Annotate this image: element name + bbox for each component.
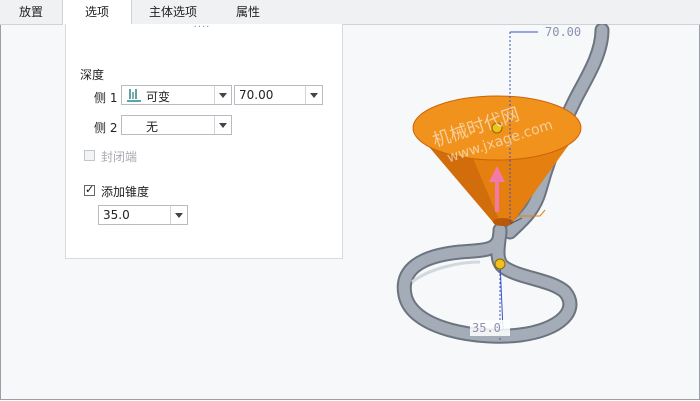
chevron-down-icon[interactable] — [214, 116, 231, 134]
side2-depth-type-dropdown[interactable]: 无 — [121, 115, 232, 135]
taper-angle-value: 35.0 — [103, 208, 130, 222]
dimension-70-label: 70.00 — [545, 25, 581, 39]
side1-depth-value: 70.00 — [239, 88, 274, 102]
chevron-down-icon[interactable] — [214, 86, 231, 104]
add-taper-label: 添加锥度 — [101, 185, 150, 199]
tab-properties[interactable]: 属性 — [216, 0, 280, 24]
side1-depth-value-field[interactable]: 70.00 — [234, 85, 323, 105]
graphics-viewport[interactable]: 70.00 35.0 机械时代网 www.jxage.com — [342, 22, 698, 398]
chevron-down-icon[interactable] — [170, 206, 187, 224]
tab-body-options[interactable]: 主体选项 — [130, 0, 216, 24]
depth-heading: 深度 — [80, 68, 105, 82]
add-taper-checkbox[interactable] — [84, 183, 95, 196]
tab-options[interactable]: 选项 — [62, 0, 132, 25]
drag-handle-bottom[interactable] — [494, 258, 506, 270]
capped-ends-label: 封闭端 — [101, 150, 138, 164]
side1-depth-type-dropdown[interactable]: 可变 — [121, 85, 232, 105]
blind-depth-icon — [127, 89, 141, 102]
panel-resize-grip[interactable]: ···· — [192, 23, 212, 33]
taper-angle-dropdown[interactable]: 35.0 — [98, 205, 188, 225]
side2-label: 侧 2 — [94, 121, 118, 135]
chevron-down-icon[interactable] — [305, 86, 322, 104]
tab-placement[interactable]: 放置 — [0, 0, 62, 24]
side1-label: 侧 1 — [94, 91, 118, 105]
dimension-35-label: 35.0 — [472, 321, 501, 335]
side2-type-value: 无 — [146, 120, 159, 134]
dashboard-tabs: 放置 选项 主体选项 属性 — [0, 0, 700, 25]
capped-ends-checkbox[interactable] — [84, 150, 95, 161]
side1-type-value: 可变 — [146, 90, 171, 104]
